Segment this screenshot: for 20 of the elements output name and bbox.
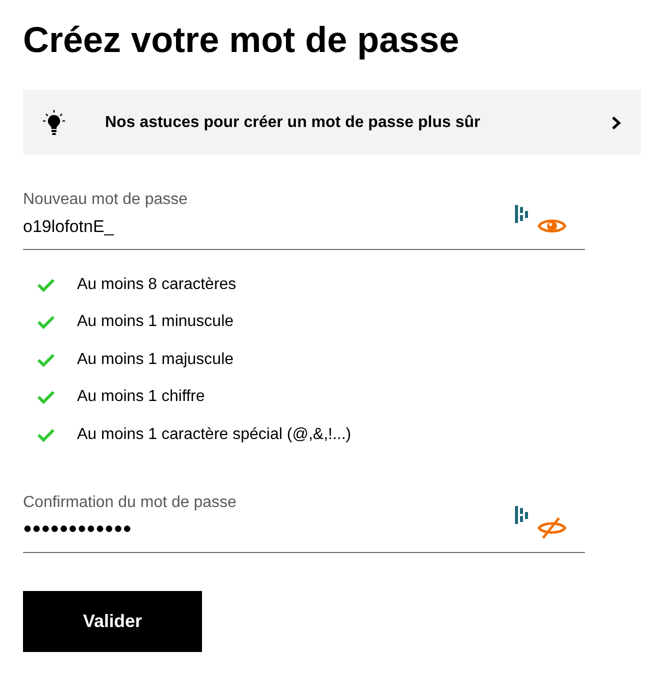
eye-slash-icon[interactable] xyxy=(537,516,567,540)
requirement-text: Au moins 1 majuscule xyxy=(77,350,234,369)
requirement-text: Au moins 1 minuscule xyxy=(77,313,234,332)
requirement-text: Au moins 8 caractères xyxy=(77,276,236,294)
bars-icon[interactable] xyxy=(515,506,529,524)
field-label: Nouveau mot de passe xyxy=(23,191,189,209)
password-field[interactable]: Confirmation du mot de passe ●●●●●●●●●●●● xyxy=(23,492,585,552)
chevron-right-icon xyxy=(611,116,621,130)
password-field[interactable]: Nouveau mot de passe o19lofotnE_ xyxy=(23,191,585,250)
requirement-text: Au moins 1 chiffre xyxy=(77,388,205,406)
tips-text: Nos astuces pour créer un mot de passe plus sûr xyxy=(105,114,482,132)
page-title: Créez votre mot de passe xyxy=(23,18,460,62)
tips-banner[interactable]: Nos astuces pour créer un mot de passe plus sûr xyxy=(23,90,641,155)
field-value: o19lofotnE_ xyxy=(23,217,114,237)
field-value: ●●●●●●●●●●●● xyxy=(23,520,132,537)
requirement-text: Au moins 1 caractère spécial (@,&,!...) xyxy=(77,426,352,444)
bars-icon[interactable] xyxy=(515,205,529,223)
lightbulb-icon xyxy=(43,110,65,136)
submit-button[interactable]: Valider xyxy=(23,590,202,652)
field-label: Confirmation du mot de passe xyxy=(23,494,238,512)
